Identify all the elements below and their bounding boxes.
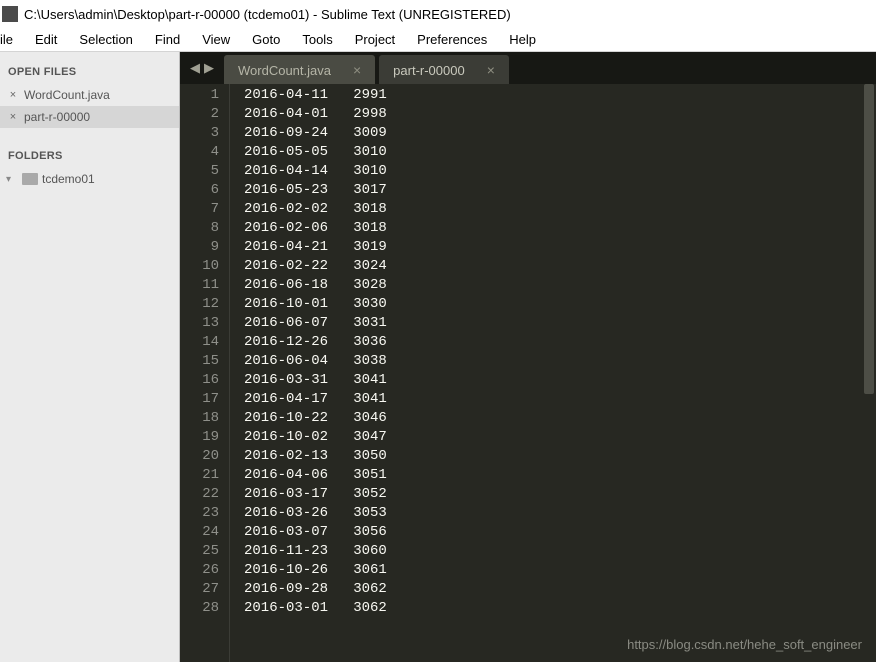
code-line[interactable]: 2016-04-21 3019	[244, 238, 876, 257]
line-number: 27	[180, 580, 219, 599]
close-icon[interactable]: ×	[353, 63, 361, 77]
code-content[interactable]: 2016-04-11 29912016-04-01 29982016-09-24…	[230, 84, 876, 662]
menu-edit[interactable]: Edit	[24, 29, 68, 50]
code-line[interactable]: 2016-05-23 3017	[244, 181, 876, 200]
code-line[interactable]: 2016-10-26 3061	[244, 561, 876, 580]
code-line[interactable]: 2016-12-26 3036	[244, 333, 876, 352]
code-line[interactable]: 2016-03-26 3053	[244, 504, 876, 523]
menu-preferences[interactable]: Preferences	[406, 29, 498, 50]
code-line[interactable]: 2016-02-13 3050	[244, 447, 876, 466]
vertical-scrollbar[interactable]	[862, 84, 876, 662]
code-line[interactable]: 2016-10-22 3046	[244, 409, 876, 428]
folder-tcdemo01[interactable]: ▾ tcdemo01	[0, 168, 179, 190]
code-line[interactable]: 2016-02-22 3024	[244, 257, 876, 276]
code-line[interactable]: 2016-03-07 3056	[244, 523, 876, 542]
app-icon	[2, 6, 18, 22]
folders-header: FOLDERS	[0, 142, 179, 168]
line-number-gutter: 1234567891011121314151617181920212223242…	[180, 84, 230, 662]
line-number: 10	[180, 257, 219, 276]
line-number: 1	[180, 86, 219, 105]
open-file-wordcount[interactable]: × WordCount.java	[0, 84, 179, 106]
code-line[interactable]: 2016-03-31 3041	[244, 371, 876, 390]
close-icon[interactable]: ×	[6, 89, 20, 101]
line-number: 20	[180, 447, 219, 466]
code-line[interactable]: 2016-05-05 3010	[244, 143, 876, 162]
arrow-right-icon[interactable]: ▶	[202, 60, 216, 76]
line-number: 24	[180, 523, 219, 542]
line-number: 13	[180, 314, 219, 333]
menu-help[interactable]: Help	[498, 29, 547, 50]
code-line[interactable]: 2016-04-06 3051	[244, 466, 876, 485]
line-number: 19	[180, 428, 219, 447]
line-number: 16	[180, 371, 219, 390]
menu-tools[interactable]: Tools	[291, 29, 343, 50]
line-number: 17	[180, 390, 219, 409]
line-number: 21	[180, 466, 219, 485]
scrollbar-thumb[interactable]	[864, 84, 874, 394]
code-line[interactable]: 2016-02-02 3018	[244, 200, 876, 219]
line-number: 6	[180, 181, 219, 200]
code-line[interactable]: 2016-11-23 3060	[244, 542, 876, 561]
line-number: 18	[180, 409, 219, 428]
menu-view[interactable]: View	[191, 29, 241, 50]
line-number: 8	[180, 219, 219, 238]
code-line[interactable]: 2016-06-18 3028	[244, 276, 876, 295]
line-number: 15	[180, 352, 219, 371]
code-line[interactable]: 2016-03-17 3052	[244, 485, 876, 504]
line-number: 9	[180, 238, 219, 257]
sidebar: OPEN FILES × WordCount.java × part-r-000…	[0, 52, 180, 662]
code-line[interactable]: 2016-03-01 3062	[244, 599, 876, 618]
code-line[interactable]: 2016-10-02 3047	[244, 428, 876, 447]
folder-icon	[22, 173, 38, 185]
editor-area: ◀ ▶ WordCount.java × part-r-00000 × 1234…	[180, 52, 876, 662]
tab-row: ◀ ▶ WordCount.java × part-r-00000 ×	[180, 52, 876, 84]
code-line[interactable]: 2016-06-04 3038	[244, 352, 876, 371]
menu-file[interactable]: ile	[0, 29, 24, 50]
chevron-down-icon[interactable]: ▾	[6, 174, 18, 185]
code-line[interactable]: 2016-09-24 3009	[244, 124, 876, 143]
code-line[interactable]: 2016-04-11 2991	[244, 86, 876, 105]
tab-part-r[interactable]: part-r-00000 ×	[379, 55, 509, 85]
arrow-left-icon[interactable]: ◀	[188, 60, 202, 76]
line-number: 3	[180, 124, 219, 143]
folder-label: tcdemo01	[42, 172, 95, 186]
code-line[interactable]: 2016-04-17 3041	[244, 390, 876, 409]
line-number: 25	[180, 542, 219, 561]
open-files-header: OPEN FILES	[0, 58, 179, 84]
line-number: 2	[180, 105, 219, 124]
menubar: ile Edit Selection Find View Goto Tools …	[0, 28, 876, 52]
line-number: 5	[180, 162, 219, 181]
menu-find[interactable]: Find	[144, 29, 191, 50]
close-icon[interactable]: ×	[6, 111, 20, 123]
line-number: 28	[180, 599, 219, 618]
line-number: 11	[180, 276, 219, 295]
open-file-part-r[interactable]: × part-r-00000	[0, 106, 179, 128]
line-number: 12	[180, 295, 219, 314]
code-area[interactable]: 1234567891011121314151617181920212223242…	[180, 84, 876, 662]
close-icon[interactable]: ×	[487, 63, 495, 77]
open-file-label: part-r-00000	[20, 110, 90, 124]
menu-goto[interactable]: Goto	[241, 29, 291, 50]
code-line[interactable]: 2016-06-07 3031	[244, 314, 876, 333]
window-title: C:\Users\admin\Desktop\part-r-00000 (tcd…	[24, 7, 511, 22]
tab-wordcount[interactable]: WordCount.java ×	[224, 55, 375, 85]
titlebar: C:\Users\admin\Desktop\part-r-00000 (tcd…	[0, 0, 876, 28]
line-number: 14	[180, 333, 219, 352]
line-number: 22	[180, 485, 219, 504]
code-line[interactable]: 2016-10-01 3030	[244, 295, 876, 314]
menu-project[interactable]: Project	[344, 29, 406, 50]
code-line[interactable]: 2016-04-14 3010	[244, 162, 876, 181]
line-number: 7	[180, 200, 219, 219]
line-number: 23	[180, 504, 219, 523]
code-line[interactable]: 2016-09-28 3062	[244, 580, 876, 599]
line-number: 26	[180, 561, 219, 580]
menu-selection[interactable]: Selection	[68, 29, 143, 50]
open-file-label: WordCount.java	[20, 88, 110, 102]
tab-label: part-r-00000	[393, 63, 465, 78]
code-line[interactable]: 2016-02-06 3018	[244, 219, 876, 238]
tab-label: WordCount.java	[238, 63, 331, 78]
tab-nav-arrows: ◀ ▶	[186, 60, 224, 76]
code-line[interactable]: 2016-04-01 2998	[244, 105, 876, 124]
line-number: 4	[180, 143, 219, 162]
